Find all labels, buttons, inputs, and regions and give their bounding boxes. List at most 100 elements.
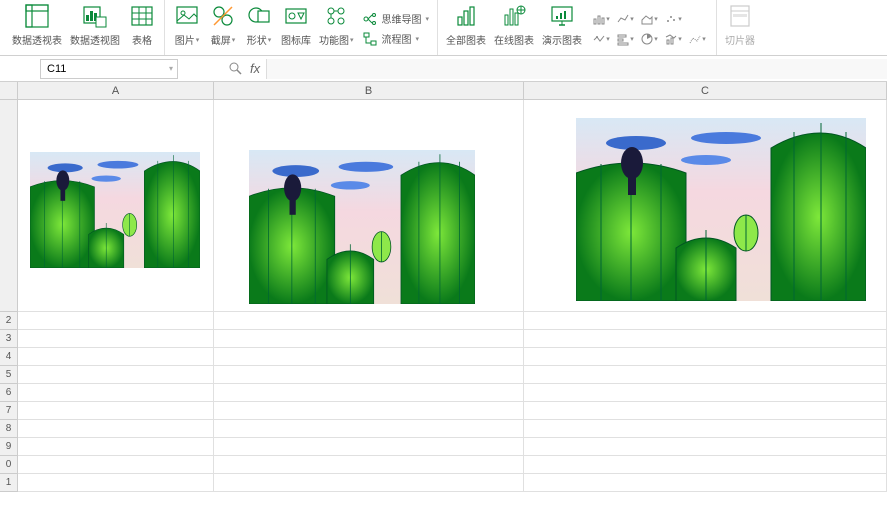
cell-c10[interactable] bbox=[524, 456, 887, 474]
flowchart-button[interactable]: 流程图 ▾ bbox=[362, 31, 430, 47]
cell-a5[interactable] bbox=[18, 366, 214, 384]
cell-a6[interactable] bbox=[18, 384, 214, 402]
col-header-c[interactable]: C bbox=[524, 82, 887, 100]
cell-a3[interactable] bbox=[18, 330, 214, 348]
table-button[interactable]: 表格 bbox=[124, 2, 160, 55]
chevron-down-icon: ▾ bbox=[416, 35, 420, 43]
screenshot-icon bbox=[209, 2, 237, 30]
row-3 bbox=[18, 330, 887, 348]
cell-b9[interactable] bbox=[214, 438, 524, 456]
cell-a11[interactable] bbox=[18, 474, 214, 492]
cell-c5[interactable] bbox=[524, 366, 887, 384]
cell-c11[interactable] bbox=[524, 474, 887, 492]
row-header-2[interactable]: 2 bbox=[0, 312, 18, 330]
cell-b1[interactable] bbox=[214, 100, 524, 312]
cell-c2[interactable] bbox=[524, 312, 887, 330]
all-charts-button[interactable]: 全部图表 bbox=[442, 2, 490, 55]
cell-b10[interactable] bbox=[214, 456, 524, 474]
cell-b8[interactable] bbox=[214, 420, 524, 438]
cell-a7[interactable] bbox=[18, 402, 214, 420]
cell-b2[interactable] bbox=[214, 312, 524, 330]
select-all-corner[interactable] bbox=[0, 82, 18, 100]
column-headers: A B C bbox=[18, 82, 887, 100]
shape-button[interactable]: 形状▾ bbox=[241, 2, 277, 55]
ribbon-group-illustrations: 图片▾ 截屏▾ 形状▾ 图标库 功能图▾ 思维导图▾ 流程图 ▾ bbox=[165, 0, 438, 55]
cell-a2[interactable] bbox=[18, 312, 214, 330]
cell-b11[interactable] bbox=[214, 474, 524, 492]
image-c1[interactable] bbox=[576, 118, 866, 301]
row-header-6[interactable]: 6 bbox=[0, 384, 18, 402]
cell-c4[interactable] bbox=[524, 348, 887, 366]
mini-chart-scatter-button[interactable]: ▾ bbox=[662, 11, 684, 27]
slicer-button[interactable]: 切片器 bbox=[721, 2, 759, 55]
cell-c7[interactable] bbox=[524, 402, 887, 420]
image-b1[interactable] bbox=[249, 150, 475, 304]
cells bbox=[18, 100, 887, 521]
row-header-9[interactable]: 9 bbox=[0, 438, 18, 456]
mini-chart-area-button[interactable]: ▾ bbox=[638, 11, 660, 27]
table-icon bbox=[128, 2, 156, 30]
mini-chart-line-button[interactable]: ▾ bbox=[614, 11, 636, 27]
cell-b6[interactable] bbox=[214, 384, 524, 402]
cell-b7[interactable] bbox=[214, 402, 524, 420]
cell-a9[interactable] bbox=[18, 438, 214, 456]
cell-c8[interactable] bbox=[524, 420, 887, 438]
cell-a4[interactable] bbox=[18, 348, 214, 366]
demo-chart-button[interactable]: 演示图表 bbox=[538, 2, 586, 55]
row-header-4[interactable]: 4 bbox=[0, 348, 18, 366]
cell-b3[interactable] bbox=[214, 330, 524, 348]
cell-a1[interactable] bbox=[18, 100, 214, 312]
feature-chart-label: 功能图▾ bbox=[319, 32, 354, 47]
image-a1[interactable] bbox=[30, 152, 200, 268]
flowchart-label: 流程图 bbox=[382, 31, 412, 46]
row-header-10[interactable]: 0 bbox=[0, 456, 18, 474]
cell-c6[interactable] bbox=[524, 384, 887, 402]
row-header-5[interactable]: 5 bbox=[0, 366, 18, 384]
row-11 bbox=[18, 474, 887, 492]
row-header-11[interactable]: 1 bbox=[0, 474, 18, 492]
row-headers: 2 3 4 5 6 7 8 9 0 1 bbox=[0, 100, 18, 521]
icon-lib-label: 图标库 bbox=[281, 32, 311, 47]
mini-chart-bar-button[interactable]: ▾ bbox=[614, 31, 636, 47]
row-header-8[interactable]: 8 bbox=[0, 420, 18, 438]
row-6 bbox=[18, 384, 887, 402]
row-8 bbox=[18, 420, 887, 438]
row-header-3[interactable]: 3 bbox=[0, 330, 18, 348]
mindmap-button[interactable]: 思维导图▾ bbox=[362, 11, 430, 27]
name-box[interactable]: C11 ▾ bbox=[40, 59, 178, 79]
lookup-icon[interactable] bbox=[228, 61, 244, 77]
cell-c1[interactable] bbox=[524, 100, 887, 312]
screenshot-label: 截屏▾ bbox=[211, 32, 236, 47]
icon-lib-button[interactable]: 图标库 bbox=[277, 2, 315, 55]
online-chart-icon bbox=[500, 2, 528, 30]
mini-chart-pie-button[interactable]: ▾ bbox=[638, 31, 660, 47]
mini-chart-more-button[interactable]: ▾ bbox=[686, 31, 708, 47]
formula-input[interactable] bbox=[266, 59, 887, 79]
col-header-b[interactable]: B bbox=[214, 82, 524, 100]
mini-chart-stock-button[interactable]: ▾ bbox=[590, 31, 612, 47]
cell-b4[interactable] bbox=[214, 348, 524, 366]
cell-a8[interactable] bbox=[18, 420, 214, 438]
cell-b5[interactable] bbox=[214, 366, 524, 384]
mini-chart-column-button[interactable]: ▾ bbox=[590, 11, 612, 27]
cell-c9[interactable] bbox=[524, 438, 887, 456]
row-9 bbox=[18, 438, 887, 456]
picture-button[interactable]: 图片▾ bbox=[169, 2, 205, 55]
pivot-table-button[interactable]: 数据透视表 bbox=[8, 2, 66, 55]
row-header-7[interactable]: 7 bbox=[0, 402, 18, 420]
pivot-chart-button[interactable]: 数据透视图 bbox=[66, 2, 124, 55]
fx-label[interactable]: fx bbox=[250, 61, 260, 76]
mini-chart-combo-button[interactable]: ▾ bbox=[662, 31, 684, 47]
feature-chart-button[interactable]: 功能图▾ bbox=[315, 2, 358, 55]
cell-a10[interactable] bbox=[18, 456, 214, 474]
row-header-1[interactable] bbox=[0, 100, 18, 312]
row-4 bbox=[18, 348, 887, 366]
col-header-a[interactable]: A bbox=[18, 82, 214, 100]
all-charts-label: 全部图表 bbox=[446, 32, 486, 47]
picture-label: 图片▾ bbox=[175, 32, 200, 47]
chevron-down-icon: ▾ bbox=[169, 64, 173, 73]
screenshot-button[interactable]: 截屏▾ bbox=[205, 2, 241, 55]
online-chart-button[interactable]: 在线图表 bbox=[490, 2, 538, 55]
cell-c3[interactable] bbox=[524, 330, 887, 348]
row-2 bbox=[18, 312, 887, 330]
